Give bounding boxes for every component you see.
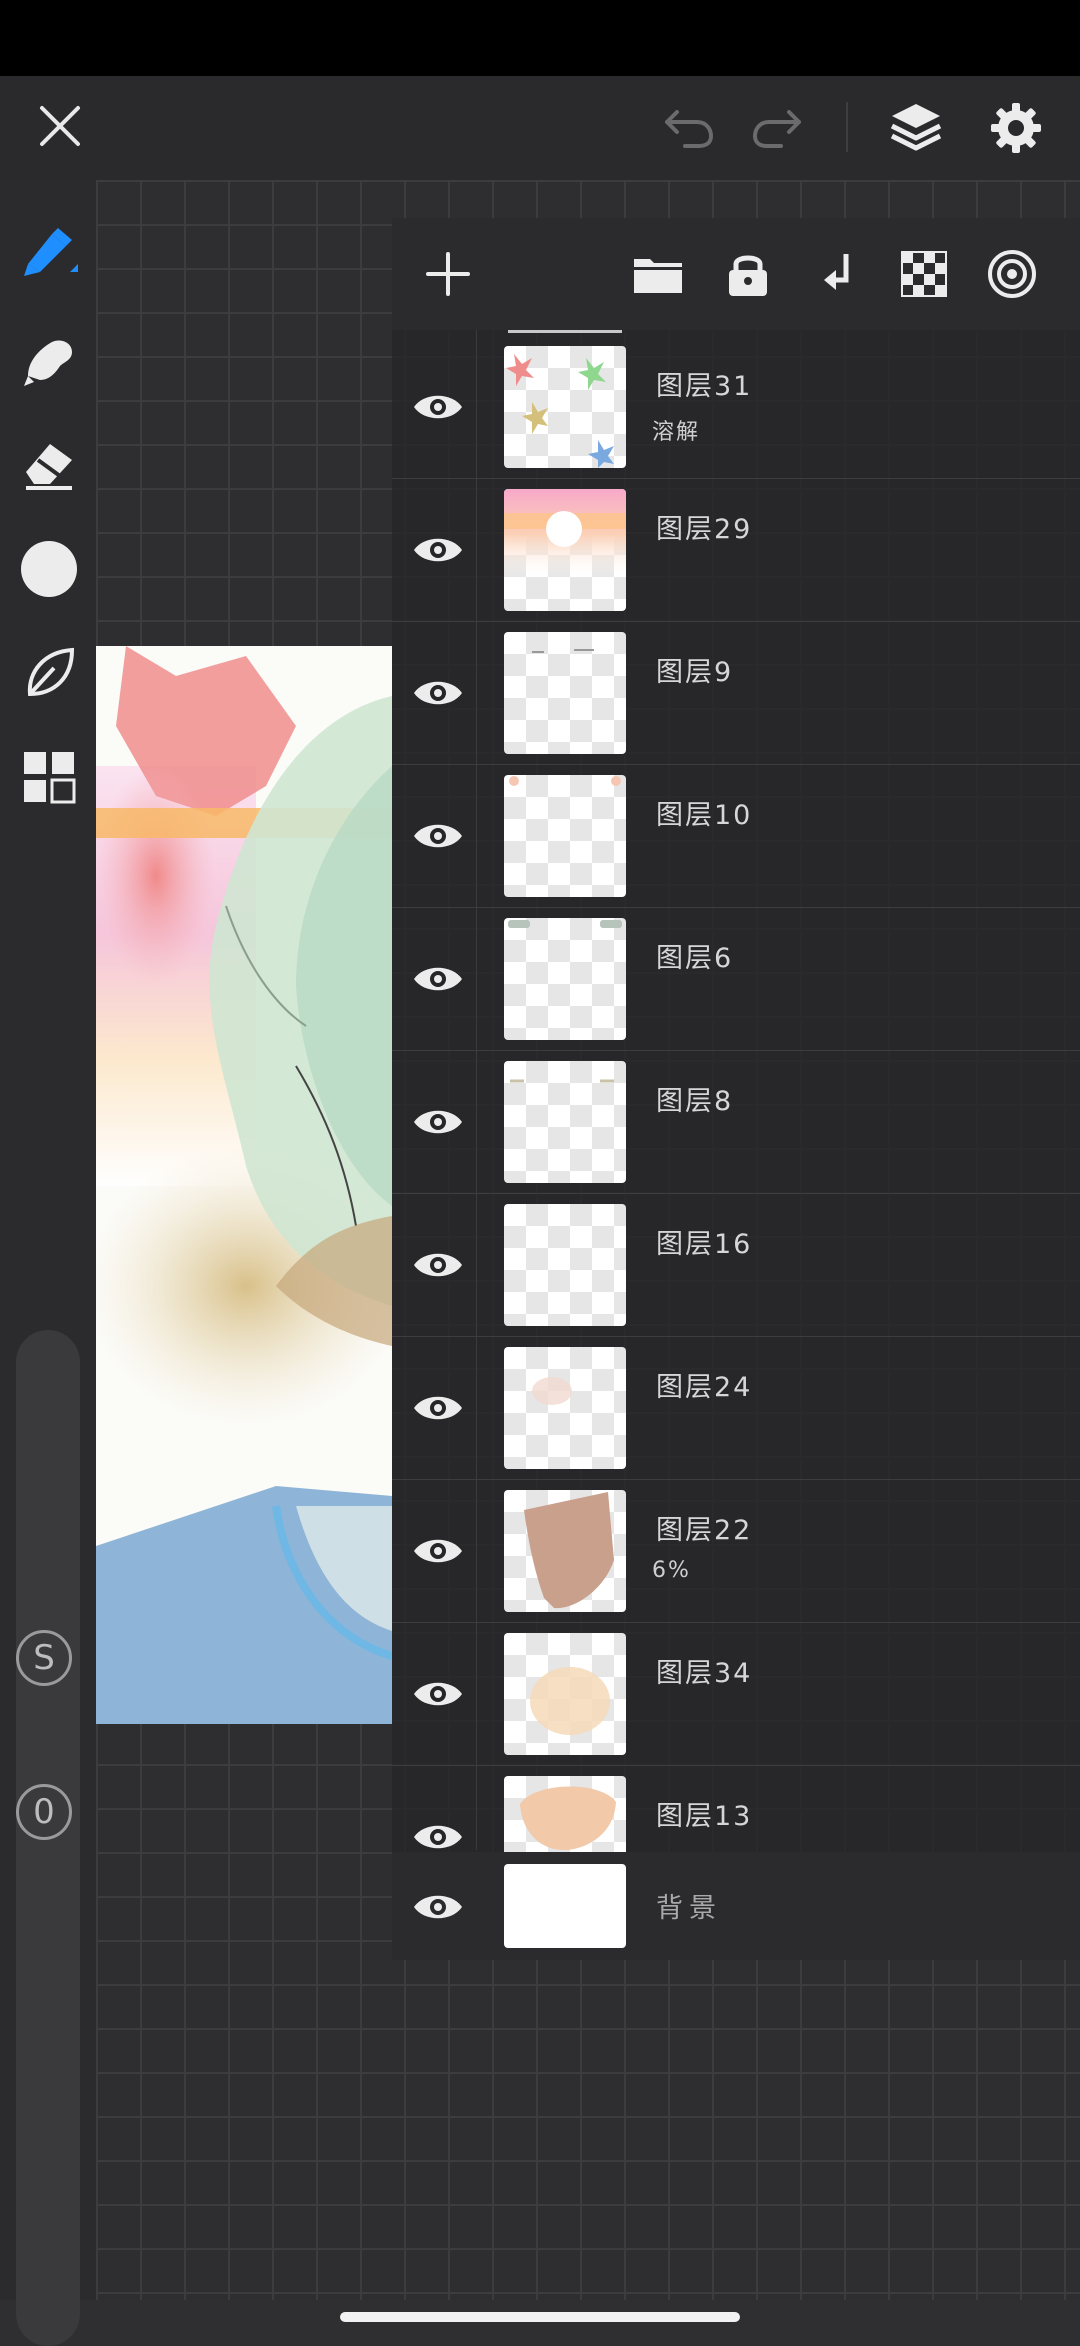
layer-thumbnail: [504, 918, 626, 1040]
add-icon[interactable]: [412, 238, 484, 310]
layer-name: 图层22: [656, 1515, 753, 1546]
layer-name: 图层31: [656, 371, 753, 402]
layer-thumbnail: [504, 489, 626, 611]
eye-icon[interactable]: [410, 1882, 466, 1932]
grid-icon[interactable]: [14, 742, 84, 812]
settings-icon[interactable]: [980, 92, 1052, 164]
eye-icon[interactable]: [410, 1526, 466, 1576]
layers-column-divider: [476, 330, 477, 1850]
layer-thumbnail: [504, 346, 626, 468]
layer-thumbnail: [504, 1864, 626, 1948]
layer-row-13[interactable]: 图层13: [392, 1766, 1080, 1852]
layer-blend-mode: 溶解: [652, 420, 701, 445]
top-bar: [0, 76, 1080, 180]
lock-icon[interactable]: [712, 238, 784, 310]
artwork-canvas[interactable]: [96, 646, 392, 1724]
brush-icon[interactable]: [14, 216, 84, 286]
leaf-icon[interactable]: [14, 638, 84, 708]
layer-thumbnail: [504, 775, 626, 897]
layers-icon[interactable]: [880, 92, 952, 164]
layer-row-16[interactable]: 图层16: [392, 1194, 1080, 1337]
layer-thumbnail: [504, 1490, 626, 1612]
layer-row-background[interactable]: 背景: [392, 1852, 1080, 1960]
close-icon[interactable]: [28, 94, 92, 158]
layer-row-10[interactable]: 图层10: [392, 765, 1080, 908]
eye-icon[interactable]: [410, 382, 466, 432]
eye-icon[interactable]: [410, 525, 466, 575]
eraser-icon[interactable]: [14, 430, 84, 500]
layer-name: 图层16: [656, 1229, 753, 1260]
layer-row-22[interactable]: 图层22 6%: [392, 1480, 1080, 1623]
eye-icon[interactable]: [410, 1240, 466, 1290]
layer-name: 图层29: [656, 514, 753, 545]
size-label[interactable]: S: [16, 1630, 72, 1686]
layer-row-31[interactable]: 图层31 溶解: [392, 336, 1080, 479]
layer-name: 图层24: [656, 1372, 753, 1403]
eye-icon[interactable]: [410, 811, 466, 861]
toolbar-divider: [846, 102, 848, 152]
layer-name: 图层6: [656, 943, 734, 974]
merge-down-icon[interactable]: [802, 238, 874, 310]
checker-icon[interactable]: [888, 238, 960, 310]
undo-icon[interactable]: [656, 96, 720, 160]
layer-row-29[interactable]: 图层29: [392, 479, 1080, 622]
layers-panel-header: [392, 218, 1080, 330]
eye-icon[interactable]: [410, 1812, 466, 1852]
layer-name: 图层9: [656, 657, 734, 688]
folder-icon[interactable]: [622, 238, 694, 310]
layer-row-6[interactable]: 图层6: [392, 908, 1080, 1051]
eye-icon[interactable]: [410, 668, 466, 718]
layer-opacity: 6%: [652, 1558, 691, 1583]
redo-icon[interactable]: [746, 96, 810, 160]
layer-name: 图层13: [656, 1801, 753, 1832]
layer-row-24[interactable]: 图层24: [392, 1337, 1080, 1480]
color-icon[interactable]: [14, 534, 84, 604]
layer-name: 图层8: [656, 1086, 734, 1117]
layer-name: 背景: [656, 1893, 722, 1924]
opacity-slider[interactable]: [16, 1776, 80, 2346]
layer-row-34[interactable]: 图层34: [392, 1623, 1080, 1766]
home-indicator[interactable]: [340, 2312, 740, 2322]
target-icon[interactable]: [976, 238, 1048, 310]
eye-icon[interactable]: [410, 954, 466, 1004]
layer-thumbnail: [504, 1776, 626, 1852]
layer-thumbnail: [504, 1204, 626, 1326]
layer-row-8[interactable]: 图层8: [392, 1051, 1080, 1194]
layer-thumb-edge: [508, 330, 622, 333]
status-bar: [0, 0, 1080, 76]
layers-list[interactable]: 图层31 溶解 图层29 图层9 图层10 图层6 图层8 图层16 图层24 …: [392, 330, 1080, 1852]
opacity-label[interactable]: 0: [16, 1784, 72, 1840]
layer-name: 图层34: [656, 1658, 753, 1689]
eye-icon[interactable]: [410, 1097, 466, 1147]
layer-thumbnail: [504, 1347, 626, 1469]
layer-name: 图层10: [656, 800, 753, 831]
layer-thumbnail: [504, 632, 626, 754]
layer-thumbnail: [504, 1061, 626, 1183]
eye-icon[interactable]: [410, 1383, 466, 1433]
eye-icon[interactable]: [410, 1669, 466, 1719]
layer-thumbnail: [504, 1633, 626, 1755]
layer-row-9[interactable]: 图层9: [392, 622, 1080, 765]
smudge-icon[interactable]: [14, 326, 84, 396]
left-toolbar: S 0: [0, 180, 96, 2346]
